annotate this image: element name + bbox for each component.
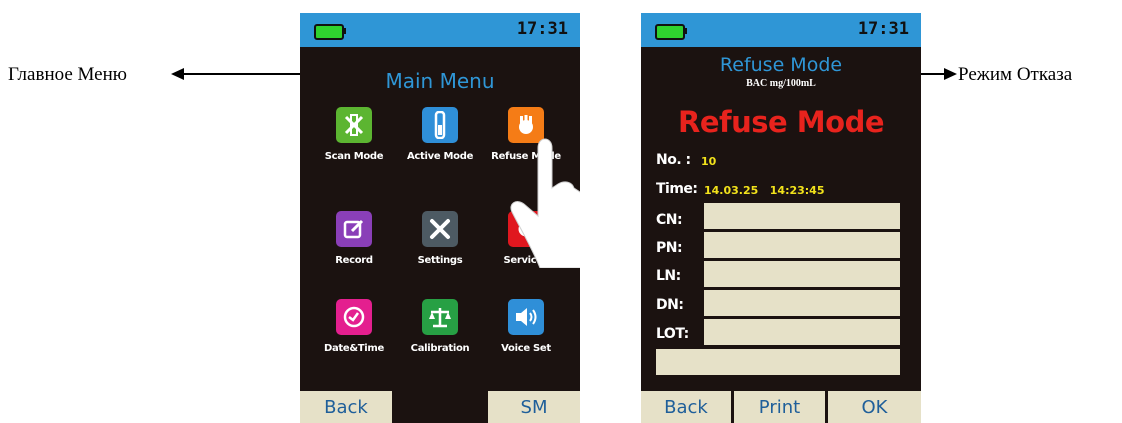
active-mode-icon [422, 107, 458, 143]
cn-field[interactable] [704, 203, 900, 229]
dn-field[interactable] [704, 290, 900, 316]
refuse-mode-callout: Режим Отказа [958, 64, 1073, 85]
scan-icon [336, 107, 372, 143]
tile-settings[interactable]: Settings [404, 211, 476, 266]
ln-field[interactable] [704, 261, 900, 287]
lot-label: LOT: [656, 326, 689, 342]
ln-label: LN: [656, 268, 681, 284]
status-bar: 17:31 [300, 13, 580, 47]
battery-tip [342, 28, 346, 34]
tile-label: Settings [417, 255, 463, 266]
cn-label: CN: [656, 212, 683, 228]
tile-scan-mode[interactable]: Scan Mode [318, 107, 390, 162]
sm-button[interactable]: SM [488, 391, 580, 423]
screen-subtitle: BAC mg/100mL [746, 78, 816, 89]
tile-voice-set[interactable]: Voice Set [490, 299, 562, 354]
main-menu-screen: 17:31 Main Menu Scan Mode Active Mode Re… [300, 13, 580, 423]
number-value: 10 [701, 155, 717, 168]
arrow-right-icon [944, 68, 957, 80]
refuse-mode-screen: 17:31 Refuse Mode BAC mg/100mL Refuse Mo… [641, 13, 921, 423]
screen-title: Refuse Mode [719, 54, 843, 76]
menu-title: Main Menu [385, 69, 495, 93]
tile-calibration[interactable]: Calibration [404, 299, 476, 354]
bottom-bar: Back Print OK [641, 391, 921, 423]
status-time: 17:31 [857, 19, 909, 39]
back-button[interactable]: Back [641, 391, 731, 423]
status-bar: 17:31 [641, 13, 921, 47]
arrow-left-line [182, 73, 305, 75]
battery-tip [683, 28, 687, 34]
tile-label: Calibration [410, 343, 470, 354]
number-label: No. : [656, 152, 691, 168]
battery-icon [655, 24, 685, 40]
time-label: Time: [656, 181, 698, 197]
tile-active-mode[interactable]: Active Mode [404, 107, 476, 162]
clock-icon [336, 299, 372, 335]
pn-field[interactable] [704, 232, 900, 258]
bottom-bar: Back SM [300, 391, 580, 423]
tile-label: Active Mode [406, 151, 474, 162]
battery-icon [314, 24, 344, 40]
speaker-icon [508, 299, 544, 335]
tile-label: Voice Set [501, 343, 551, 354]
edit-icon [336, 211, 372, 247]
pointing-hand-icon [510, 138, 580, 268]
tile-record[interactable]: Record [318, 211, 390, 266]
dn-label: DN: [656, 297, 684, 313]
tile-label: Date&Time [323, 343, 385, 354]
scale-icon [422, 299, 458, 335]
status-time: 17:31 [516, 19, 568, 39]
print-button[interactable]: Print [734, 391, 825, 423]
main-menu-callout: Главное Меню [8, 64, 127, 85]
back-button[interactable]: Back [300, 391, 392, 423]
tile-date-time[interactable]: Date&Time [318, 299, 390, 354]
time-value: 14.03.25 14:23:45 [704, 184, 825, 197]
extra-field[interactable] [656, 349, 900, 375]
tools-icon [422, 211, 458, 247]
tile-label: Scan Mode [324, 151, 384, 162]
pn-label: PN: [656, 240, 683, 256]
tile-label: Record [335, 255, 373, 266]
lot-field[interactable] [704, 319, 900, 345]
ok-button[interactable]: OK [828, 391, 921, 423]
refuse-mode-heading: Refuse Mode [678, 105, 885, 139]
